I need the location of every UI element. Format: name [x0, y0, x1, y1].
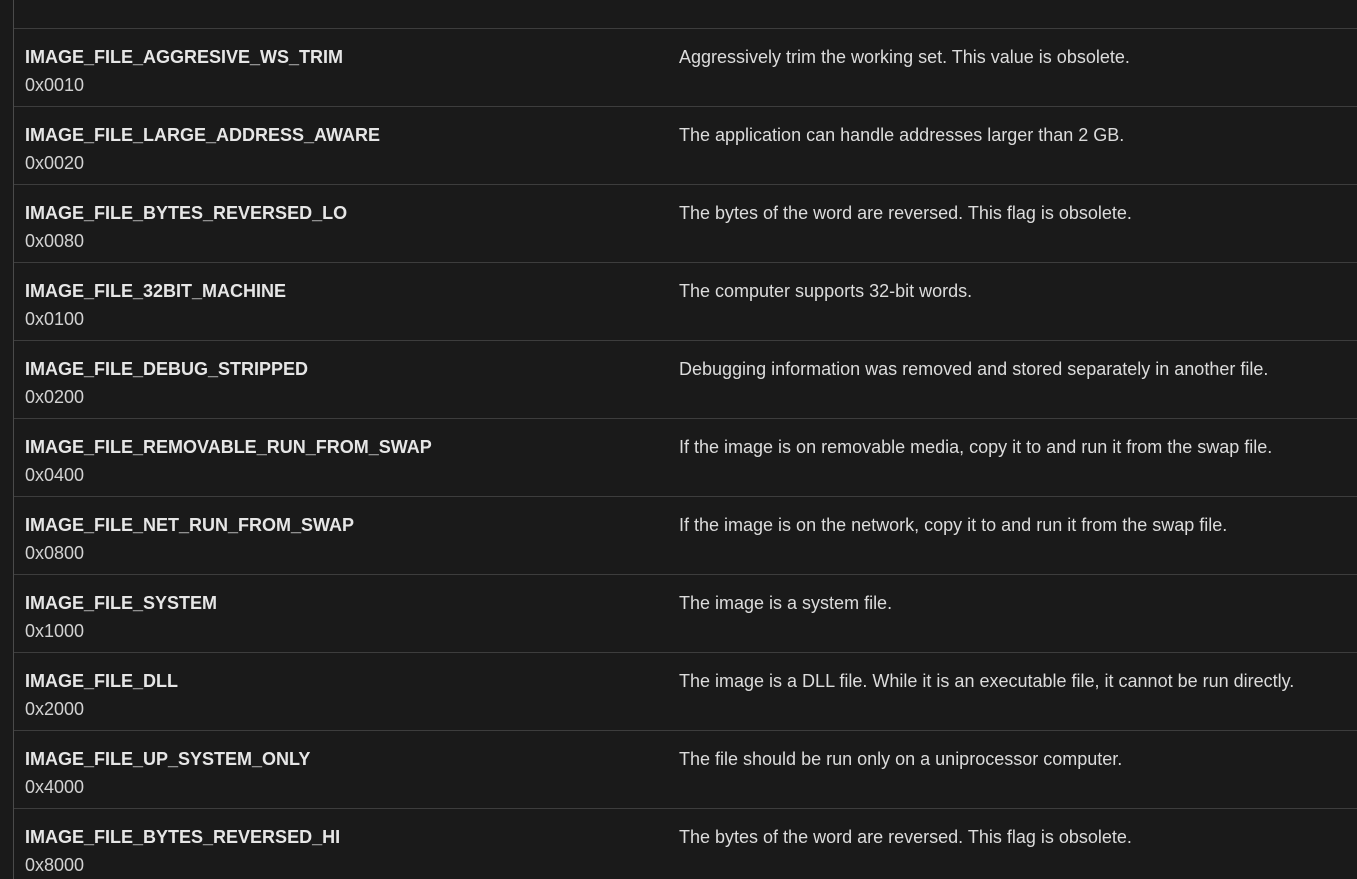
table-row: IMAGE_FILE_BYTES_REVERSED_HI 0x8000 The …	[14, 809, 1357, 879]
flag-description: The computer supports 32-bit words.	[679, 281, 973, 301]
flag-value: 0x8000	[25, 855, 85, 875]
flag-value: 0x0200	[25, 387, 85, 407]
flag-value: 0x4000	[25, 777, 85, 797]
flag-name-cell: IMAGE_FILE_DEBUG_STRIPPED 0x0200	[25, 357, 645, 409]
flag-name-cell: IMAGE_FILE_BYTES_REVERSED_LO 0x0080	[25, 201, 645, 253]
table-row: 0x0008	[14, 0, 1357, 29]
flag-description: If the image is on the network, copy it …	[679, 515, 1228, 535]
flag-name: IMAGE_FILE_DEBUG_STRIPPED	[25, 359, 309, 379]
flag-value: 0x0010	[25, 75, 85, 95]
flag-name: IMAGE_FILE_BYTES_REVERSED_HI	[25, 827, 341, 847]
flag-name-cell: IMAGE_FILE_32BIT_MACHINE 0x0100	[25, 279, 645, 331]
flag-description: The bytes of the word are reversed. This…	[679, 827, 1132, 847]
flag-description: The file should be run only on a uniproc…	[679, 749, 1123, 769]
flag-description: The bytes of the word are reversed. This…	[679, 203, 1132, 223]
flag-value: 0x0800	[25, 543, 85, 563]
flag-name-cell: IMAGE_FILE_NET_RUN_FROM_SWAP 0x0800	[25, 513, 645, 565]
flag-value: 0x1000	[25, 621, 85, 641]
table-row: IMAGE_FILE_UP_SYSTEM_ONLY 0x4000 The fil…	[14, 731, 1357, 809]
flag-value: 0x2000	[25, 699, 85, 719]
flag-name: IMAGE_FILE_NET_RUN_FROM_SWAP	[25, 515, 355, 535]
flag-name-cell: IMAGE_FILE_UP_SYSTEM_ONLY 0x4000	[25, 747, 645, 799]
table-row: IMAGE_FILE_AGGRESIVE_WS_TRIM 0x0010 Aggr…	[14, 29, 1357, 107]
flag-name-cell: IMAGE_FILE_AGGRESIVE_WS_TRIM 0x0010	[25, 45, 645, 97]
flags-table: 0x0008 IMAGE_FILE_AGGRESIVE_WS_TRIM 0x00…	[14, 0, 1357, 879]
flag-description: The image is a DLL file. While it is an …	[679, 671, 1295, 691]
characteristics-table-view: 0x0008 IMAGE_FILE_AGGRESIVE_WS_TRIM 0x00…	[0, 0, 1357, 879]
flag-name: IMAGE_FILE_AGGRESIVE_WS_TRIM	[25, 47, 344, 67]
table-row: IMAGE_FILE_DLL 0x2000 The image is a DLL…	[14, 653, 1357, 731]
flag-name-cell: IMAGE_FILE_DLL 0x2000	[25, 669, 645, 721]
flag-value: 0x0080	[25, 231, 85, 251]
table-row: IMAGE_FILE_BYTES_REVERSED_LO 0x0080 The …	[14, 185, 1357, 263]
flag-name: IMAGE_FILE_SYSTEM	[25, 593, 218, 613]
table-row: IMAGE_FILE_NET_RUN_FROM_SWAP 0x0800 If t…	[14, 497, 1357, 575]
flag-name-cell: IMAGE_FILE_SYSTEM 0x1000	[25, 591, 645, 643]
flag-name-cell: IMAGE_FILE_REMOVABLE_RUN_FROM_SWAP 0x040…	[25, 435, 645, 487]
flag-name: IMAGE_FILE_DLL	[25, 671, 179, 691]
flag-name: IMAGE_FILE_UP_SYSTEM_ONLY	[25, 749, 311, 769]
flag-name-cell: IMAGE_FILE_LARGE_ADDRESS_AWARE 0x0020	[25, 123, 645, 175]
table-row: IMAGE_FILE_DEBUG_STRIPPED 0x0200 Debuggi…	[14, 341, 1357, 419]
flag-value: 0x0100	[25, 309, 85, 329]
flag-name: IMAGE_FILE_BYTES_REVERSED_LO	[25, 203, 348, 223]
table-row: IMAGE_FILE_32BIT_MACHINE 0x0100 The comp…	[14, 263, 1357, 341]
flag-description: The application can handle addresses lar…	[679, 125, 1125, 145]
flag-name: IMAGE_FILE_REMOVABLE_RUN_FROM_SWAP	[25, 437, 432, 457]
table-row: IMAGE_FILE_SYSTEM 0x1000 The image is a …	[14, 575, 1357, 653]
flag-name: IMAGE_FILE_32BIT_MACHINE	[25, 281, 287, 301]
flag-name: IMAGE_FILE_LARGE_ADDRESS_AWARE	[25, 125, 381, 145]
table-row: IMAGE_FILE_REMOVABLE_RUN_FROM_SWAP 0x040…	[14, 419, 1357, 497]
flag-value: 0x0400	[25, 465, 85, 485]
flag-description: The image is a system file.	[679, 593, 893, 613]
flag-value: 0x0020	[25, 153, 85, 173]
flag-description: If the image is on removable media, copy…	[679, 437, 1273, 457]
flag-description: Debugging information was removed and st…	[679, 359, 1269, 379]
table-row: IMAGE_FILE_LARGE_ADDRESS_AWARE 0x0020 Th…	[14, 107, 1357, 185]
flag-description: Aggressively trim the working set. This …	[679, 47, 1130, 67]
flag-name-cell: IMAGE_FILE_BYTES_REVERSED_HI 0x8000	[25, 825, 645, 877]
